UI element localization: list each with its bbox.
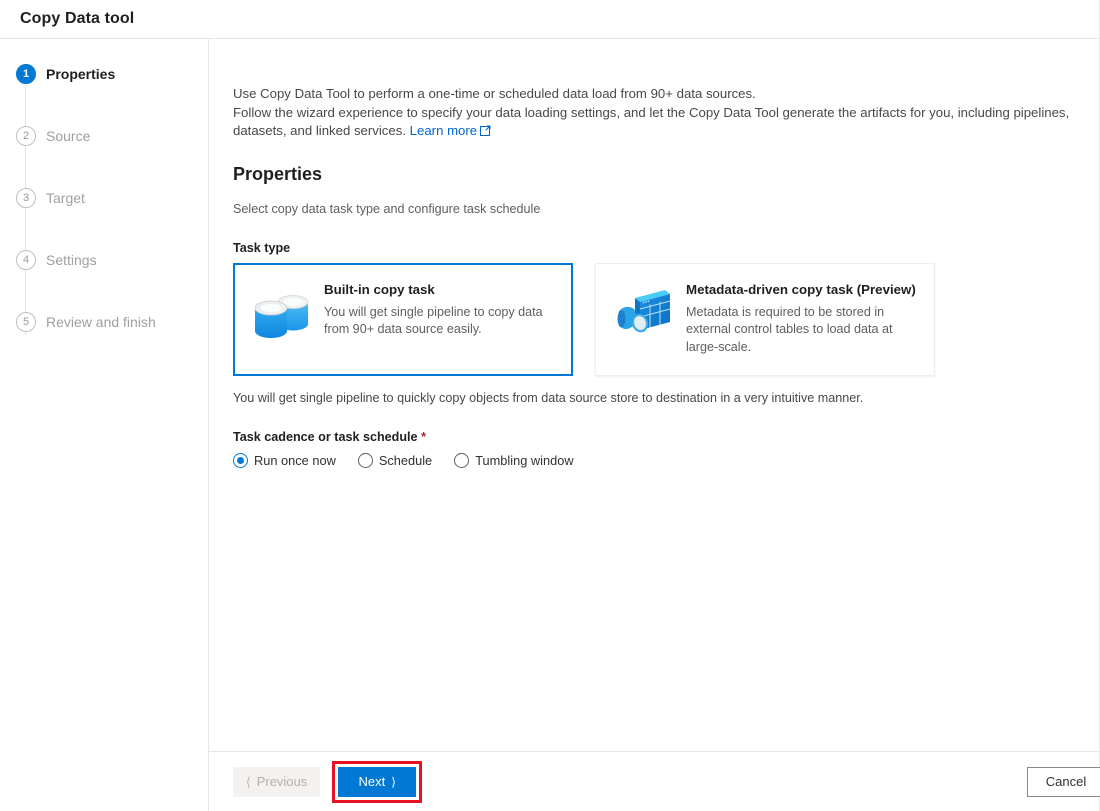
card-text-block: Built-in copy task You will get single p… — [324, 278, 558, 339]
page-subtitle: Select copy data task type and configure… — [233, 201, 541, 216]
card-text-block: Metadata-driven copy task (Preview) Meta… — [686, 278, 920, 357]
step-number-badge: 5 — [16, 312, 36, 332]
required-asterisk: * — [421, 429, 426, 444]
page-title: Properties — [233, 163, 323, 184]
radio-indicator — [357, 452, 373, 468]
chevron-left-icon: ⟨ — [246, 774, 251, 789]
intro-line-2: Follow the wizard experience to specify … — [233, 104, 1070, 139]
step-number-badge: 2 — [16, 126, 36, 146]
next-button[interactable]: Next ⟩ — [338, 766, 417, 797]
card-description: You will get single pipeline to copy dat… — [324, 304, 543, 337]
task-type-card-metadata-driven-copy-task[interactable]: Metadata-driven copy task (Preview) Meta… — [595, 262, 935, 376]
task-type-label-text: Task type — [233, 240, 291, 255]
card-description: Metadata is required to be stored in ext… — [686, 304, 893, 354]
footer-right-actions: Cancel — [1011, 766, 1100, 797]
card-title: Built-in copy task — [324, 281, 435, 297]
window-title: Copy Data tool — [20, 10, 135, 27]
window-title-bar: Copy Data tool — [0, 0, 1099, 39]
wizard-sidebar: 1 Properties 2 Source 3 Target 4 Setting… — [0, 39, 209, 811]
cadence-label-text: Task cadence or task schedule — [233, 429, 418, 444]
radio-tumbling-window[interactable]: Tumbling window — [454, 452, 574, 468]
sidebar-step-source[interactable]: 2 Source — [16, 123, 208, 149]
task-type-card-built-in-copy-task[interactable]: Built-in copy task You will get single p… — [233, 262, 573, 376]
next-button-label: Next — [358, 774, 386, 789]
window-body: 1 Properties 2 Source 3 Target 4 Setting… — [0, 39, 1100, 811]
step-label: Source — [46, 128, 91, 144]
main-panel: Use Copy Data Tool to perform a one-time… — [209, 39, 1100, 811]
main-content: Use Copy Data Tool to perform a one-time… — [209, 39, 1099, 751]
sidebar-step-settings[interactable]: 4 Settings — [16, 247, 208, 273]
radio-schedule[interactable]: Schedule — [357, 452, 433, 468]
learn-more-link[interactable]: Learn more — [410, 123, 477, 138]
radio-indicator — [454, 452, 470, 468]
cancel-button-label: Cancel — [1045, 774, 1087, 789]
next-button-highlight: Next ⟩ — [332, 760, 423, 803]
step-number-badge: 4 — [16, 250, 36, 270]
wizard-footer: ⟨ Previous Next ⟩ Cancel — [209, 751, 1100, 811]
wizard-step-list: 1 Properties 2 Source 3 Target 4 Setting… — [0, 61, 208, 335]
radio-label: Run once now — [254, 452, 336, 468]
step-label: Target — [46, 190, 85, 206]
task-type-label: Task type — [233, 241, 1077, 255]
copy-data-tool-window: Copy Data tool 1 Properties 2 Source 3 T… — [0, 0, 1100, 811]
previous-button[interactable]: ⟨ Previous — [233, 766, 321, 797]
metadata-table-icon — [612, 284, 674, 346]
chevron-right-icon: ⟩ — [391, 774, 396, 789]
cadence-radio-group: Run once now Schedule Tumbling window — [233, 452, 1077, 468]
step-label: Review and finish — [46, 314, 156, 330]
intro-text: Use Copy Data Tool to perform a one-time… — [233, 85, 1077, 142]
sidebar-step-properties[interactable]: 1 Properties — [16, 61, 208, 87]
previous-button-label: Previous — [256, 774, 308, 789]
step-number-badge: 3 — [16, 188, 36, 208]
intro-line-1: Use Copy Data Tool to perform a one-time… — [233, 86, 756, 101]
card-title: Metadata-driven copy task (Preview) — [686, 281, 916, 297]
sidebar-step-review-and-finish[interactable]: 5 Review and finish — [16, 309, 208, 335]
radio-indicator — [233, 452, 248, 468]
external-link-icon[interactable] — [480, 123, 491, 142]
database-copy-icon — [250, 284, 312, 346]
radio-label: Tumbling window — [475, 452, 574, 468]
step-number-badge: 1 — [16, 64, 36, 84]
sidebar-step-target[interactable]: 3 Target — [16, 185, 208, 211]
task-type-note: You will get single pipeline to quickly … — [233, 390, 864, 405]
radio-label: Schedule — [378, 452, 433, 468]
footer-left-actions: ⟨ Previous Next ⟩ — [233, 760, 423, 803]
step-label: Settings — [46, 252, 97, 268]
step-label: Properties — [46, 66, 116, 82]
cancel-button[interactable]: Cancel — [1027, 766, 1100, 797]
radio-run-once-now[interactable]: Run once now — [233, 452, 336, 468]
cadence-label: Task cadence or task schedule * — [233, 430, 1077, 444]
task-type-card-group: Built-in copy task You will get single p… — [233, 262, 1077, 376]
